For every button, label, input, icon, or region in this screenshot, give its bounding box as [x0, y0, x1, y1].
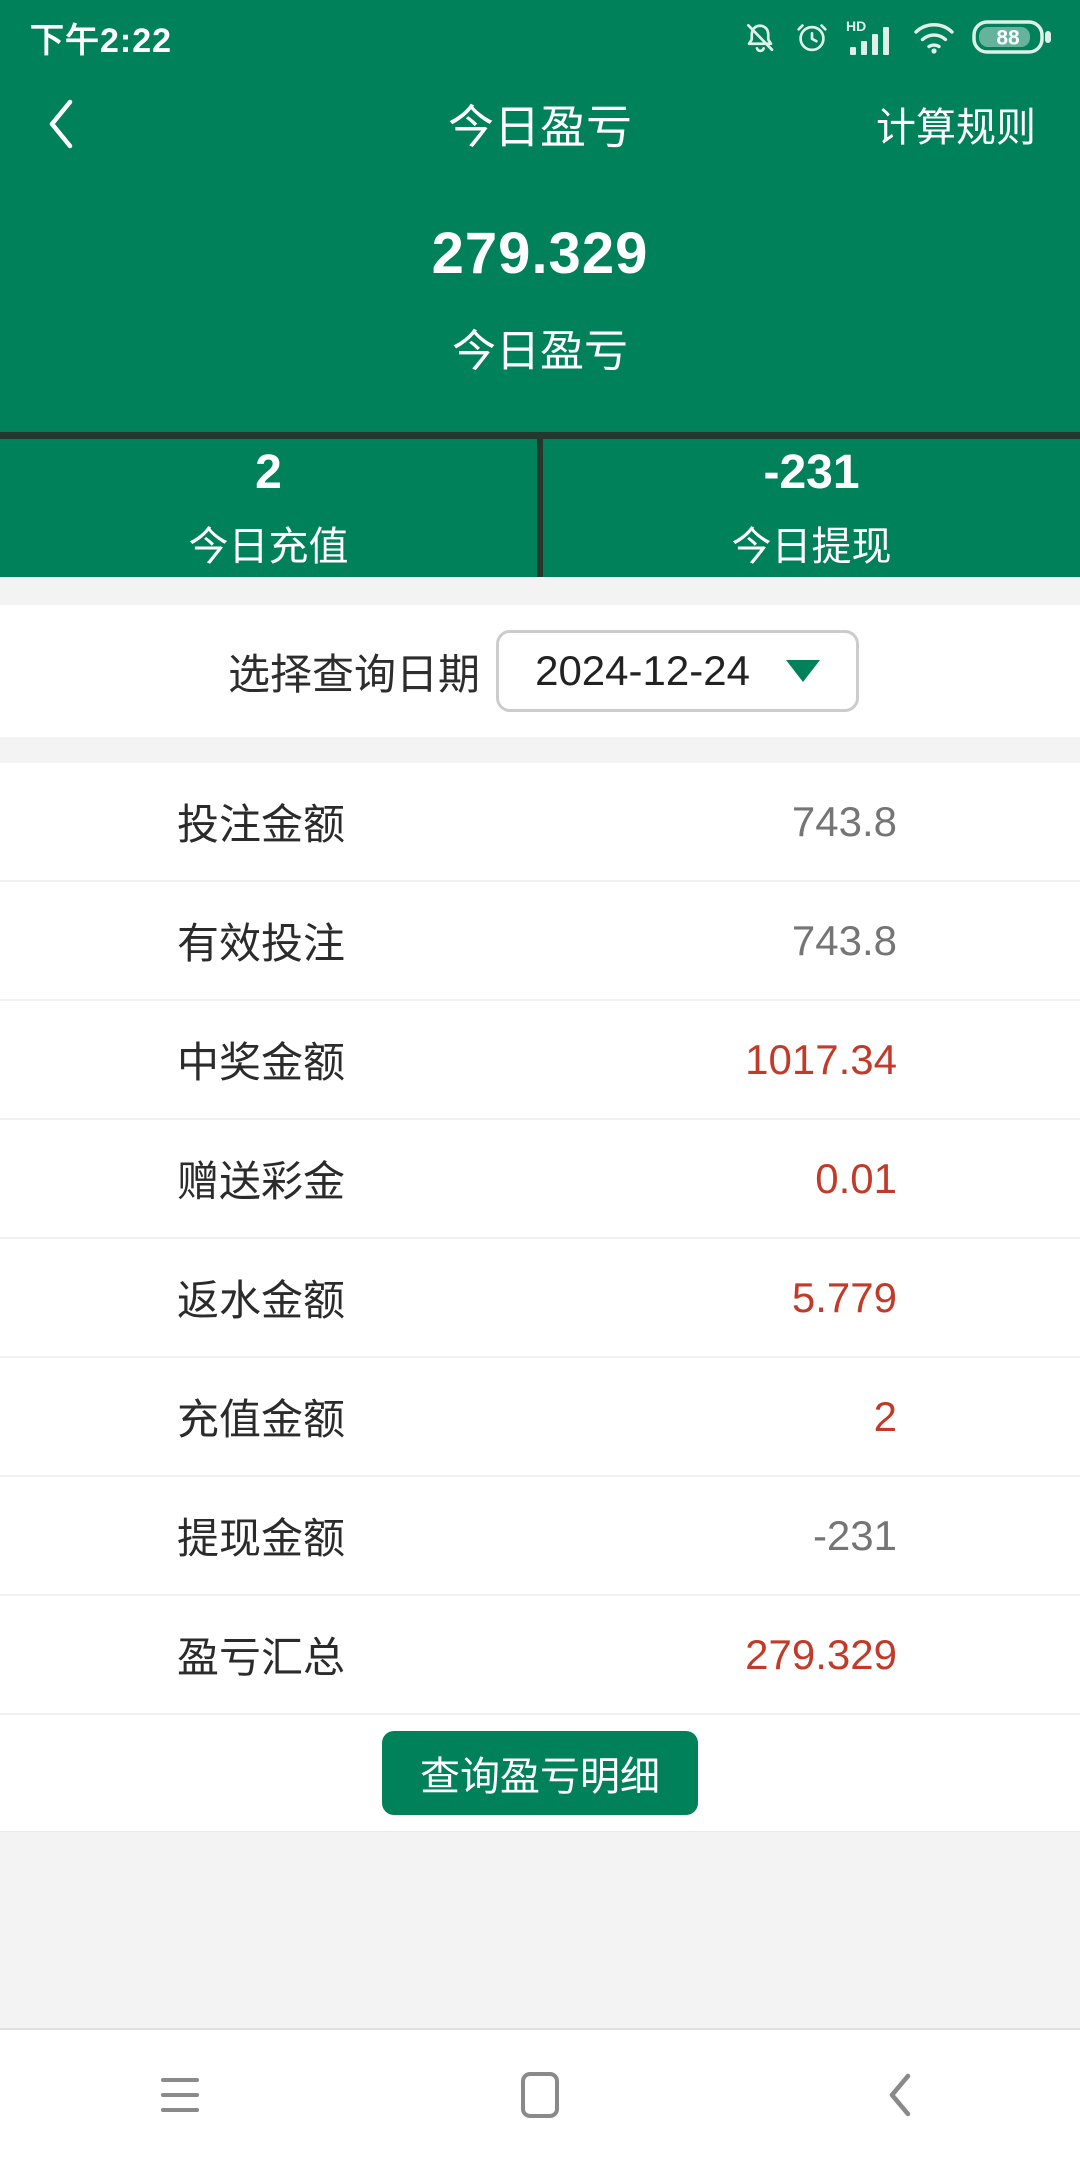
clock: 下午2:22: [30, 13, 172, 62]
row-value: 743.8: [792, 917, 897, 965]
hd-badge: HD: [846, 18, 866, 34]
header: 下午2:22 HD: [0, 0, 1080, 577]
date-picker-row: 选择查询日期 2024-12-24: [0, 605, 1080, 737]
status-icons: HD 88: [742, 17, 1054, 57]
back-icon: [887, 2071, 913, 2119]
summary-value: 279.329: [432, 220, 649, 287]
table-row: 有效投注 743.8: [0, 882, 1080, 1001]
nav-recents-button[interactable]: [0, 2078, 360, 2112]
nav-back-button[interactable]: [720, 2071, 1080, 2119]
stat-deposit-label: 今日充值: [189, 514, 349, 572]
row-value: 1017.34: [745, 1036, 897, 1084]
row-label: 返水金额: [177, 1267, 345, 1328]
stat-deposit: 2 今日充值: [0, 439, 537, 577]
row-label: 有效投注: [177, 910, 345, 971]
row-label: 投注金额: [177, 791, 345, 852]
row-value: 2: [874, 1393, 897, 1441]
row-label: 中奖金额: [177, 1029, 345, 1090]
section-gap: [0, 577, 1080, 605]
date-picker-value: 2024-12-24: [535, 647, 750, 695]
summary-label: 今日盈亏: [452, 315, 628, 379]
row-label: 充值金额: [177, 1386, 345, 1447]
row-value: 0.01: [815, 1155, 897, 1203]
android-nav-bar: [0, 2030, 1080, 2160]
row-value: 279.329: [745, 1631, 897, 1679]
stats-band: 2 今日充值 -231 今日提现: [0, 432, 1080, 577]
app-screen: 下午2:22 HD: [0, 0, 1080, 2160]
bottom-spacer: [0, 1831, 1080, 2030]
table-row: 提现金额 -231: [0, 1477, 1080, 1596]
row-value: 5.779: [792, 1274, 897, 1322]
battery-icon: 88: [972, 17, 1054, 57]
table-row: 投注金额 743.8: [0, 763, 1080, 882]
stat-withdraw-label: 今日提现: [732, 514, 892, 572]
row-value: -231: [813, 1512, 897, 1560]
stat-withdraw-value: -231: [763, 445, 859, 500]
back-button[interactable]: [44, 94, 88, 154]
table-row: 充值金额 2: [0, 1358, 1080, 1477]
summary: 279.329 今日盈亏: [0, 170, 1080, 432]
row-value: 743.8: [792, 798, 897, 846]
hd-signal-icon: HD: [846, 17, 896, 57]
date-picker-dropdown[interactable]: 2024-12-24: [496, 630, 859, 712]
stat-withdraw: -231 今日提现: [537, 439, 1080, 577]
app-bar: 今日盈亏 计算规则: [0, 78, 1080, 170]
table-row: 中奖金额 1017.34: [0, 1001, 1080, 1120]
button-section: 查询盈亏明细: [0, 1715, 1080, 1831]
section-gap: [0, 737, 1080, 763]
status-bar: 下午2:22 HD: [0, 0, 1080, 64]
calc-rules-button[interactable]: 计算规则: [876, 95, 1036, 153]
table-row: 返水金额 5.779: [0, 1239, 1080, 1358]
recents-icon: [161, 2078, 199, 2112]
battery-percent: 88: [996, 27, 1020, 50]
stat-deposit-value: 2: [255, 445, 282, 500]
nav-home-button[interactable]: [360, 2072, 720, 2118]
caret-down-icon: [786, 660, 820, 682]
query-detail-button[interactable]: 查询盈亏明细: [382, 1731, 698, 1815]
row-label: 盈亏汇总: [177, 1624, 345, 1685]
table-row: 盈亏汇总 279.329: [0, 1596, 1080, 1715]
home-icon: [521, 2072, 559, 2118]
ledger-table: 投注金额 743.8 有效投注 743.8 中奖金额 1017.34 赠送彩金 …: [0, 763, 1080, 1715]
row-label: 赠送彩金: [177, 1148, 345, 1209]
wifi-icon: [912, 19, 956, 55]
chevron-left-icon: [44, 96, 78, 152]
bell-muted-icon: [742, 19, 778, 55]
row-label: 提现金额: [177, 1505, 345, 1566]
alarm-clock-icon: [794, 19, 830, 55]
date-picker-label: 选择查询日期: [228, 641, 480, 702]
table-row: 赠送彩金 0.01: [0, 1120, 1080, 1239]
